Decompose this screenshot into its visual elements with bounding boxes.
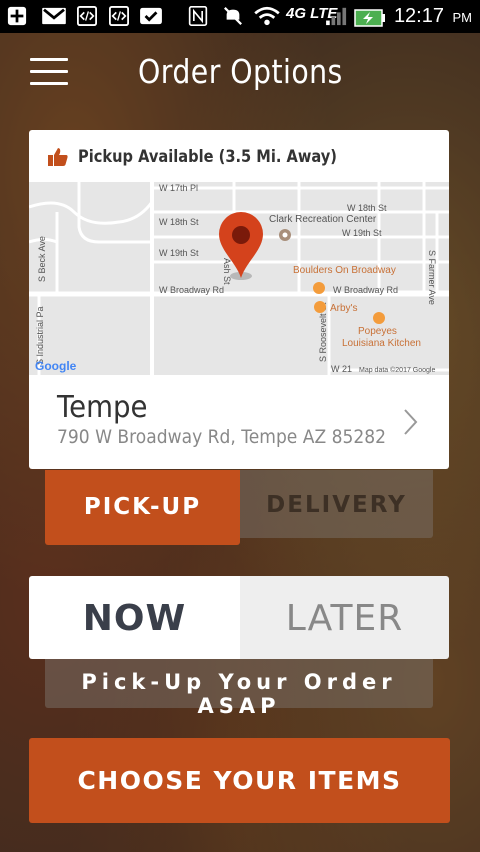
map-place-label: Popeyes — [358, 326, 397, 337]
pickup-time-message: Pick-Up Your Order ASAP — [45, 659, 433, 718]
map-street-label: W Broadway Rd — [159, 285, 224, 295]
later-tab-label: LATER — [285, 598, 404, 639]
add-icon — [7, 6, 27, 26]
nfc-icon — [188, 6, 208, 26]
hamburger-menu-icon[interactable] — [30, 58, 70, 88]
clock-time: 12:17 — [393, 5, 444, 27]
order-method-toggle: PICK-UP DELIVERY — [45, 470, 433, 545]
status-bar: 4G LTE 12:17 PM — [0, 0, 480, 33]
code-icon — [77, 6, 97, 26]
delivery-tab[interactable]: DELIVERY — [240, 470, 433, 538]
pickup-tab-label: PICK-UP — [83, 494, 202, 520]
map-place-label: Louisiana Kitchen — [342, 338, 421, 349]
map-street-label: W Broadway Rd — [333, 285, 398, 295]
map-street-label: W 21 — [331, 364, 352, 374]
availability-row: Pickup Available (3.5 Mi. Away) — [47, 146, 379, 168]
map-place-label: Clark Recreation Center — [269, 214, 377, 225]
store-address: 790 W Broadway Rd, Tempe AZ 85282 — [57, 426, 387, 448]
pickup-time-message-label: Pick-Up Your Order ASAP — [81, 670, 397, 718]
choose-items-button[interactable]: CHOOSE YOUR ITEMS — [29, 738, 450, 823]
clock-ampm: PM — [452, 10, 473, 25]
thumbs-up-icon — [48, 148, 68, 166]
pickup-tab[interactable]: PICK-UP — [45, 470, 240, 545]
map-place-label: Arby's — [330, 303, 357, 314]
map-street-label: W 18th St — [159, 217, 199, 227]
map-attribution: Map data ©2017 Google — [359, 366, 435, 374]
order-time-toggle: NOW LATER — [29, 576, 449, 659]
battery-charging-icon — [354, 9, 385, 27]
map-street-label: W 19th St — [159, 248, 199, 258]
map-place-label: Boulders On Broadway — [293, 265, 396, 276]
location-card[interactable]: Pickup Available (3.5 Mi. Away) W 17th P… — [29, 130, 449, 469]
code-icon — [109, 6, 129, 26]
map-street-label: W 17th Pl — [159, 183, 198, 193]
gmail-icon — [42, 7, 66, 25]
mute-icon — [224, 7, 242, 25]
page-title: Order Options — [138, 52, 343, 91]
map-street-label: S Beck Ave — [37, 236, 47, 282]
map-street-label: W 18th St — [347, 203, 387, 213]
map-street-label: Ash St — [222, 258, 232, 285]
store-name: Tempe — [57, 390, 148, 425]
now-tab[interactable]: NOW — [29, 576, 240, 659]
map-street-label: W 19th St — [342, 228, 382, 238]
location-map[interactable]: W 17th Pl W 18th St W 18th St W 19th St … — [29, 182, 449, 375]
check-icon — [140, 7, 162, 25]
chevron-right-icon[interactable] — [402, 408, 418, 436]
signal-icon — [326, 7, 347, 26]
delivery-tab-label: DELIVERY — [266, 492, 407, 518]
choose-items-label: CHOOSE YOUR ITEMS — [77, 766, 402, 795]
wifi-icon — [254, 6, 280, 26]
map-street-label: S Farmer Ave — [427, 250, 437, 305]
availability-label: Pickup Available (3.5 Mi. Away) — [78, 147, 337, 167]
map-street-label: S Industrial Pa — [35, 306, 45, 365]
later-tab[interactable]: LATER — [240, 576, 449, 659]
now-tab-label: NOW — [82, 598, 187, 639]
google-logo: Google — [35, 359, 77, 373]
